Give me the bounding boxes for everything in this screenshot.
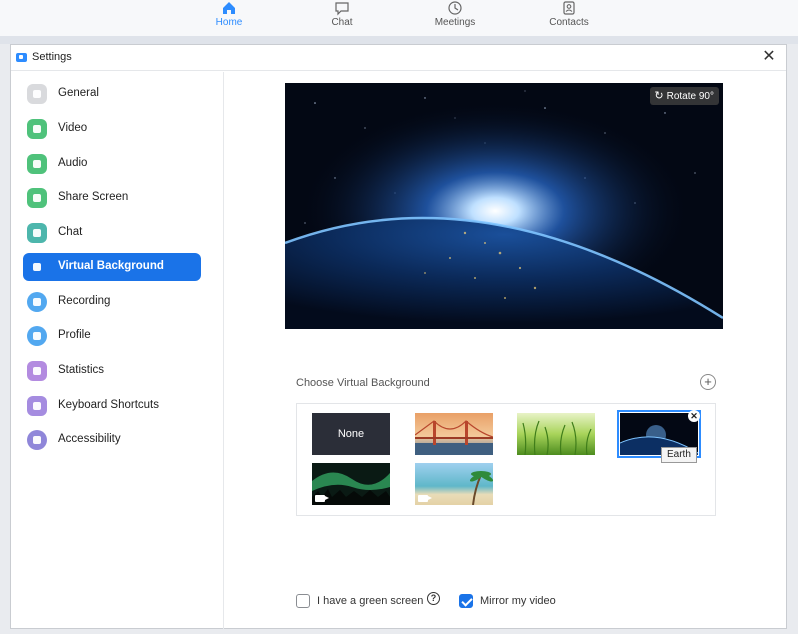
sidebar-item-label: Accessibility <box>58 433 121 445</box>
sidebar-item-video[interactable]: Video <box>23 115 201 143</box>
sidebar-item-virtual-background[interactable]: Virtual Background <box>23 253 201 281</box>
mirror-video-option[interactable]: Mirror my video <box>459 592 579 610</box>
sidebar-item-label: Video <box>58 122 88 134</box>
earth-preview-image <box>285 83 723 329</box>
bar-chart-icon <box>27 361 47 381</box>
chat-icon <box>335 2 349 16</box>
contacts-icon <box>563 1 575 15</box>
sidebar-item-label: Keyboard Shortcuts <box>58 399 160 411</box>
top-nav: Home Chat Meetings Contacts <box>0 0 798 36</box>
video-badge-icon <box>418 495 432 502</box>
rotate-icon: ↻ <box>654 90 664 102</box>
sidebar-item-accessibility[interactable]: Accessibility <box>23 426 201 454</box>
sidebar-item-label: Recording <box>58 295 111 307</box>
sidebar-item-label: General <box>58 87 99 99</box>
sidebar-item-statistics[interactable]: Statistics <box>23 357 201 385</box>
mirror-video-checkbox[interactable] <box>459 594 473 608</box>
background-golden-gate[interactable] <box>415 413 493 455</box>
accessibility-icon <box>27 430 47 450</box>
background-aurora[interactable] <box>312 463 390 505</box>
virtual-background-panel: ↻ Rotate 90° Choose Virtual Background + … <box>225 72 786 629</box>
sidebar-item-label: Virtual Background <box>58 260 164 272</box>
nav-home-label: Home <box>215 17 243 28</box>
background-none-label: None <box>337 428 365 440</box>
keyboard-icon <box>27 396 47 416</box>
clock-icon <box>448 1 462 15</box>
gear-icon <box>27 84 47 104</box>
window-title: Settings <box>32 51 72 63</box>
video-badge-icon <box>315 495 329 502</box>
chat-icon <box>27 223 47 243</box>
background-tooltip: Earth <box>661 447 697 463</box>
share-screen-icon <box>27 188 47 208</box>
tooltip-text: Earth <box>667 449 691 460</box>
green-screen-checkbox[interactable] <box>296 594 310 608</box>
sidebar-item-chat[interactable]: Chat <box>23 219 201 247</box>
add-background-button[interactable]: + <box>700 374 716 390</box>
nav-home[interactable]: Home <box>189 0 269 36</box>
rotate-button[interactable]: ↻ Rotate 90° <box>650 87 719 105</box>
video-preview: ↻ Rotate 90° <box>285 83 723 329</box>
settings-sidebar: General Video Audio Share Screen Chat Vi… <box>11 72 224 629</box>
profile-icon <box>27 326 47 346</box>
choose-background-label: Choose Virtual Background <box>296 377 430 389</box>
title-bar: Settings ✕ <box>11 45 786 71</box>
sidebar-item-label: Share Screen <box>58 191 129 203</box>
golden-gate-image <box>415 413 493 455</box>
background-beach[interactable] <box>415 463 493 505</box>
headphones-icon <box>27 154 47 174</box>
mirror-video-label: Mirror my video <box>480 595 556 607</box>
sidebar-item-label: Chat <box>58 226 83 238</box>
video-icon <box>27 119 47 139</box>
sidebar-item-recording[interactable]: Recording <box>23 288 201 316</box>
help-glyph: ? <box>430 593 437 603</box>
nav-meetings[interactable]: Meetings <box>415 0 495 36</box>
green-screen-option[interactable]: I have a green screen <box>296 592 446 610</box>
help-icon[interactable]: ? <box>427 592 440 605</box>
home-icon <box>223 2 235 14</box>
zoom-app-icon <box>16 53 27 62</box>
sidebar-item-profile[interactable]: Profile <box>23 322 201 350</box>
sidebar-item-label: Statistics <box>58 364 105 376</box>
close-button[interactable]: ✕ <box>760 48 778 66</box>
nav-meetings-label: Meetings <box>434 17 476 28</box>
plus-icon: + <box>704 374 712 389</box>
sidebar-item-label: Profile <box>58 329 91 341</box>
background-none[interactable]: None <box>312 413 390 455</box>
nav-contacts[interactable]: Contacts <box>529 0 609 36</box>
nav-divider <box>0 36 798 44</box>
background-gallery: None ✕ Earth <box>296 403 716 516</box>
rotate-label: Rotate 90° <box>666 91 714 102</box>
sidebar-item-share-screen[interactable]: Share Screen <box>23 184 201 212</box>
sidebar-item-keyboard-shortcuts[interactable]: Keyboard Shortcuts <box>23 392 201 420</box>
settings-window: Settings ✕ General Video Audio Share Scr… <box>10 44 787 629</box>
record-icon <box>27 292 47 312</box>
background-grass[interactable] <box>517 413 595 455</box>
grass-image <box>517 413 595 455</box>
nav-chat[interactable]: Chat <box>302 0 382 36</box>
close-icon: ✕ <box>762 48 776 65</box>
green-screen-label: I have a green screen <box>317 595 424 607</box>
sidebar-item-audio[interactable]: Audio <box>23 150 201 178</box>
sidebar-item-label: Audio <box>58 157 88 169</box>
person-card-icon <box>27 257 47 277</box>
nav-contacts-label: Contacts <box>549 17 589 28</box>
sidebar-item-general[interactable]: General <box>23 80 201 108</box>
nav-chat-label: Chat <box>331 17 353 28</box>
delete-background-button[interactable]: ✕ <box>688 410 700 422</box>
